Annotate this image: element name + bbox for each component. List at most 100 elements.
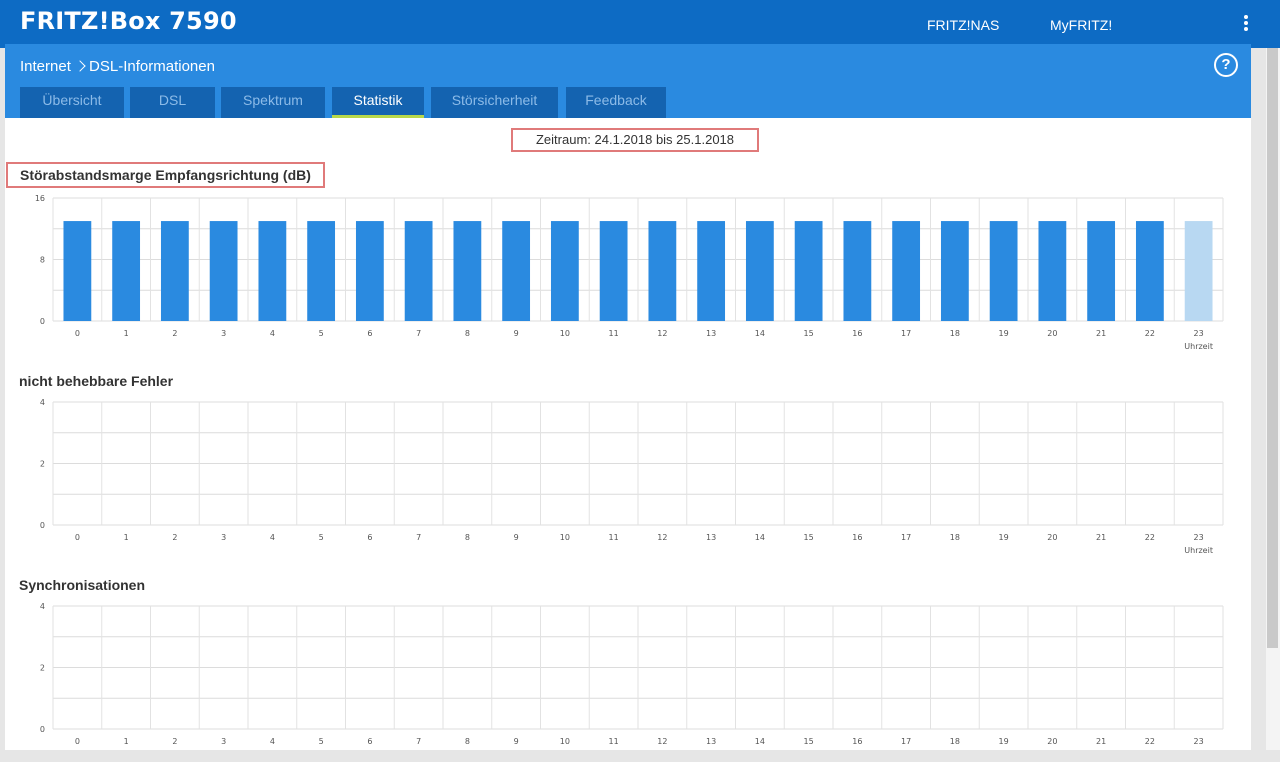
bar <box>940 221 969 321</box>
y-tick-label: 8 <box>40 256 45 265</box>
scrollbar-thumb[interactable] <box>1267 48 1278 648</box>
x-tick-label: 10 <box>560 737 570 746</box>
bar <box>550 221 579 321</box>
y-tick-label: 0 <box>40 521 45 530</box>
x-tick-label: 18 <box>950 329 960 338</box>
x-tick-label: 16 <box>852 737 862 746</box>
x-tick-label: 9 <box>514 533 519 542</box>
x-tick-label: 5 <box>319 533 324 542</box>
x-tick-label: 1 <box>124 533 129 542</box>
x-tick-label: 12 <box>657 533 667 542</box>
breadcrumb-parent[interactable]: Internet <box>20 58 71 75</box>
tab-dsl[interactable]: DSL <box>130 87 215 118</box>
x-tick-label: 12 <box>657 737 667 746</box>
y-tick-label: 0 <box>40 317 45 326</box>
bar <box>355 221 384 321</box>
bar <box>745 221 774 321</box>
x-tick-label: 23 <box>1194 533 1204 542</box>
bar <box>697 221 726 321</box>
y-tick-label: 2 <box>40 460 45 469</box>
x-tick-label: 15 <box>804 533 814 542</box>
x-tick-label: 22 <box>1145 737 1155 746</box>
x-tick-label: 13 <box>706 329 716 338</box>
tab-spektrum[interactable]: Spektrum <box>221 87 325 118</box>
tab-uebersicht[interactable]: Übersicht <box>20 87 124 118</box>
x-tick-label: 23 <box>1194 329 1204 338</box>
bar <box>1038 221 1067 321</box>
x-tick-label: 4 <box>270 329 275 338</box>
x-tick-label: 21 <box>1096 533 1106 542</box>
x-tick-label: 9 <box>514 737 519 746</box>
x-tick-label: 20 <box>1047 737 1057 746</box>
tab-statistik[interactable]: Statistik <box>332 87 424 118</box>
fritznas-link[interactable]: FRITZ!NAS <box>927 17 999 33</box>
bar <box>989 221 1018 321</box>
uncorrectable-errors-chart: 0240 1 2 3 4 5 6 7 8 9 10 11 12 13 14 15 16 17 18 19 20 21 22 2… <box>40 398 1224 555</box>
tab-feedback[interactable]: Feedback <box>566 87 666 118</box>
x-tick-label: 22 <box>1145 533 1155 542</box>
y-tick-label: 4 <box>40 602 45 611</box>
breadcrumb: Internet DSL-Informationen <box>20 58 215 75</box>
bar <box>794 221 823 321</box>
x-tick-label: 3 <box>221 737 226 746</box>
bar <box>112 221 141 321</box>
bar <box>1184 221 1213 321</box>
x-axis-label: Uhrzeit <box>1184 342 1213 351</box>
x-tick-label: 19 <box>999 329 1009 338</box>
x-tick-label: 5 <box>319 737 324 746</box>
x-tick-label: 2 <box>172 737 177 746</box>
x-tick-label: 0 <box>75 737 80 746</box>
synchronisations-chart: 0240 1 2 3 4 5 6 7 8 9 10 11 12 13 14 15 16 17 18 19 20 21 22 2… <box>40 602 1224 746</box>
chart-title-snr: Störabstandsmarge Empfangsrichtung (dB) <box>6 162 325 188</box>
x-tick-label: 2 <box>172 533 177 542</box>
x-tick-label: 8 <box>465 329 470 338</box>
sub-header: Internet DSL-Informationen ? Übersicht D… <box>5 44 1251 118</box>
x-tick-label: 4 <box>270 737 275 746</box>
bar <box>209 221 238 321</box>
brand-title: FRITZ!Box 7590 <box>20 7 237 35</box>
chart-title-errors: nicht behebbare Fehler <box>19 373 174 389</box>
help-icon[interactable]: ? <box>1214 53 1238 77</box>
bar <box>453 221 482 321</box>
x-tick-label: 6 <box>367 737 372 746</box>
x-tick-label: 19 <box>999 737 1009 746</box>
snr-margin-chart: 08160 1 2 3 4 5 6 7 8 9 10 11 12 13 14 15 16 17 18 19 20 21 22… <box>35 194 1224 351</box>
bar <box>63 221 92 321</box>
x-tick-label: 19 <box>999 533 1009 542</box>
x-tick-label: 8 <box>465 533 470 542</box>
x-tick-label: 12 <box>657 329 667 338</box>
x-axis-label: Uhrzeit <box>1184 546 1213 555</box>
period-label: Zeitraum: 24.1.2018 bis 25.1.2018 <box>511 128 759 152</box>
x-tick-label: 14 <box>755 737 765 746</box>
x-tick-label: 16 <box>852 533 862 542</box>
tab-stoersicherheit[interactable]: Störsicherheit <box>431 87 558 118</box>
x-tick-label: 21 <box>1096 329 1106 338</box>
myfritz-link[interactable]: MyFRITZ! <box>1050 17 1112 33</box>
x-tick-label: 0 <box>75 533 80 542</box>
y-tick-label: 16 <box>35 194 45 203</box>
x-tick-label: 13 <box>706 533 716 542</box>
y-tick-label: 4 <box>40 398 45 407</box>
x-tick-label: 4 <box>270 533 275 542</box>
x-tick-label: 7 <box>416 737 421 746</box>
x-tick-label: 11 <box>609 533 619 542</box>
kebab-menu-icon[interactable] <box>1241 15 1251 33</box>
x-tick-label: 3 <box>221 533 226 542</box>
bar <box>307 221 336 321</box>
x-tick-label: 8 <box>465 737 470 746</box>
bar <box>1135 221 1164 321</box>
bar <box>599 221 628 321</box>
x-tick-label: 6 <box>367 533 372 542</box>
x-tick-label: 16 <box>852 329 862 338</box>
bar <box>843 221 872 321</box>
bar <box>1087 221 1116 321</box>
x-tick-label: 6 <box>367 329 372 338</box>
x-tick-label: 7 <box>416 533 421 542</box>
x-tick-label: 15 <box>804 737 814 746</box>
bar <box>258 221 287 321</box>
x-tick-label: 21 <box>1096 737 1106 746</box>
bar <box>404 221 433 321</box>
x-tick-label: 18 <box>950 533 960 542</box>
bar <box>892 221 921 321</box>
chevron-right-icon <box>74 60 86 72</box>
